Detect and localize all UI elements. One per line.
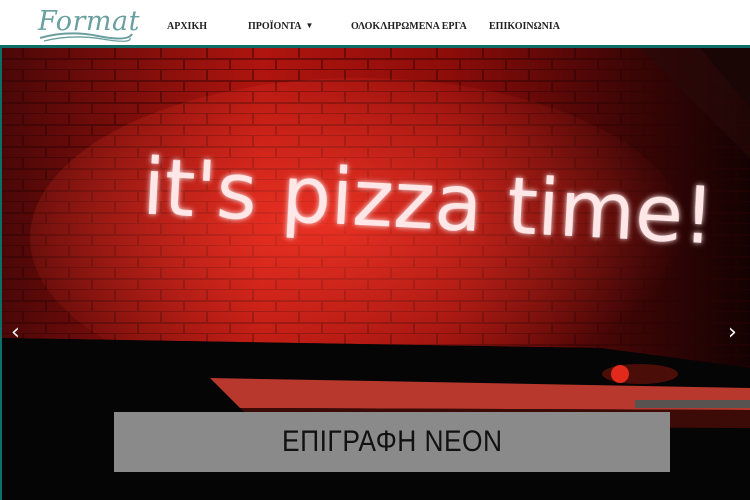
- slide-caption-text: ΕΠΙΓΡΑΦΗ ΝΕΟΝ: [281, 425, 503, 458]
- hero-slider: it's pizza time! ‹ › ΕΠΙΓΡΑΦΗ ΝΕΟΝ: [0, 48, 750, 500]
- logo-swoosh-icon: [39, 32, 133, 42]
- nav-item-contact[interactable]: ΕΠΙΚΟΙΝΩΝΙΑ: [489, 21, 560, 32]
- site-header: Format ΑΡΧΙΚΗ ΠΡΟΪΟΝΤΑ ▼ ΟΛΟΚΛΗΡΩΜΕΝΑ ΕΡΓ…: [0, 0, 750, 48]
- nav-item-projects[interactable]: ΟΛΟΚΛΗΡΩΜΕΝΑ ΕΡΓΑ: [351, 21, 467, 32]
- slide-caption: ΕΠΙΓΡΑΦΗ ΝΕΟΝ: [114, 412, 670, 472]
- nav-item-products-label: ΠΡΟΪΟΝΤΑ: [248, 21, 302, 32]
- slider-next-chevron-right-icon[interactable]: ›: [728, 320, 737, 345]
- slider-prev-chevron-left-icon[interactable]: ‹: [11, 320, 20, 345]
- nav-item-home[interactable]: ΑΡΧΙΚΗ: [167, 21, 207, 32]
- nav-item-products[interactable]: ΠΡΟΪΟΝΤΑ ▼: [248, 21, 313, 32]
- chevron-down-icon: ▼: [305, 21, 314, 30]
- site-logo[interactable]: Format: [38, 6, 139, 44]
